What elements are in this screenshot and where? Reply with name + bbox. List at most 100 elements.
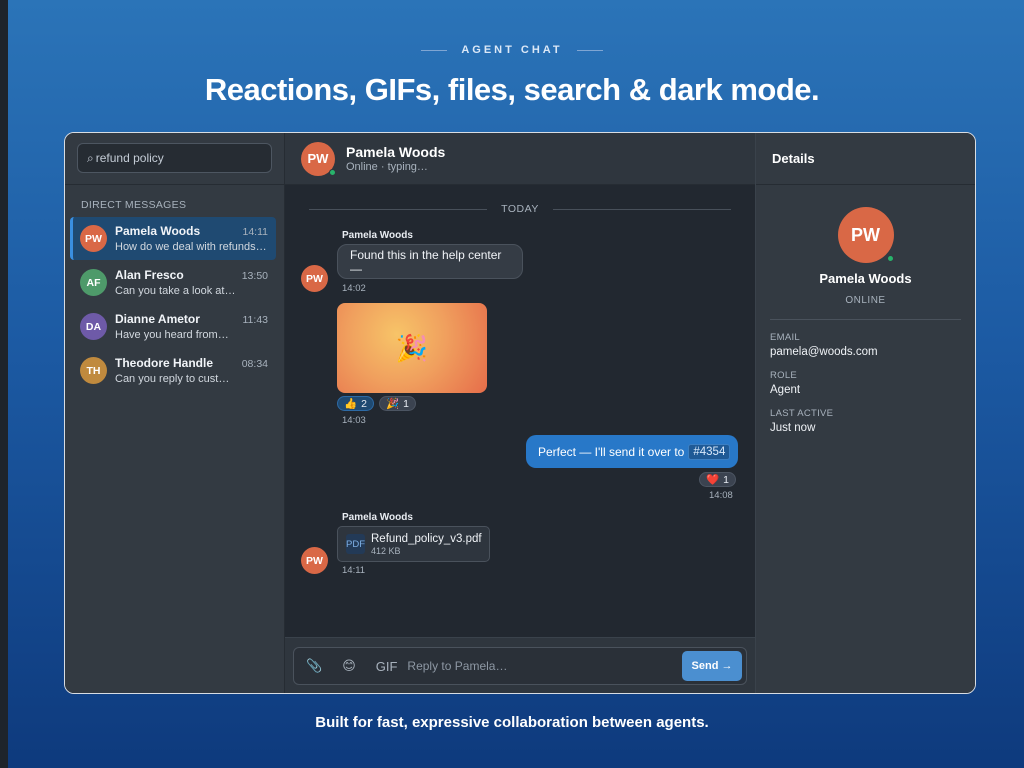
chat-app-window: ⌕ DIRECT MESSAGES PW Pamela Woods 14:11 … (64, 132, 976, 694)
send-button[interactable]: Send → (682, 651, 742, 681)
contact-info: Alan Fresco 13:50 Can you take a look at… (115, 268, 268, 297)
contact-name: Dianne Ametor (115, 312, 200, 326)
contact-top: Pamela Woods 14:11 (115, 224, 268, 238)
outgoing-message-bubble[interactable]: Perfect — I'll send it over to #4354 (526, 435, 739, 468)
chat-title: Pamela Woods (346, 144, 446, 160)
message-timestamp: 14:11 (342, 565, 366, 576)
message-input[interactable] (407, 659, 682, 673)
profile: PW Pamela Woods ONLINE (756, 185, 975, 306)
gif-attachment[interactable]: 🎉 (337, 303, 487, 393)
tagline: Built for fast, expressive collaboration… (315, 714, 709, 731)
contact-preview: Have you heard from… (115, 329, 229, 341)
message-timestamp: 14:03 (342, 415, 366, 426)
role-value: Agent (770, 384, 801, 396)
chat-header: PW Pamela Woods Online · typing… (285, 133, 755, 185)
thumbs-up-icon: 👍 (344, 398, 358, 410)
online-status-dot (329, 168, 336, 176)
file-info: Refund_policy_v3.pdf 412 KB (371, 533, 482, 556)
contact-info: Dianne Ametor 11:43 Have you heard from… (115, 312, 268, 341)
ticket-link[interactable]: #4354 (688, 443, 731, 460)
profile-avatar: PW (837, 207, 894, 263)
details-panel: Details PW Pamela Woods ONLINE EMAIL pam… (756, 133, 975, 693)
contact-preview: Can you reply to cust… (115, 373, 230, 385)
date-divider: TODAY (309, 203, 732, 215)
gif-button[interactable]: GIF (376, 659, 398, 674)
reaction-thumbs-up[interactable]: 👍 2 (337, 396, 374, 411)
contact-top: Dianne Ametor 11:43 (115, 312, 268, 326)
message-text: Perfect — I'll send it over to (538, 444, 685, 459)
contact-preview: How do we deal with refunds… (115, 241, 267, 253)
file-attachment[interactable]: PDF Refund_policy_v3.pdf 412 KB (337, 526, 490, 562)
eyebrow-rule-right (576, 49, 603, 51)
avatar: AF (80, 269, 107, 296)
contact-top: Theodore Handle 08:34 (115, 356, 268, 370)
party-popper-icon: 🎉 (395, 332, 429, 363)
email-value[interactable]: pamela@woods.com (770, 346, 961, 358)
search-icon: ⌕ (87, 150, 94, 165)
search-box[interactable]: ⌕ (77, 143, 272, 173)
profile-status: ONLINE (845, 295, 886, 306)
message-avatar[interactable]: PW (301, 265, 328, 292)
eyebrow: AGENT CHAT (0, 44, 1024, 56)
reaction-party[interactable]: 🎉 1 (379, 396, 416, 411)
online-status-dot (886, 255, 894, 262)
contact-time: 13:50 (241, 270, 268, 282)
party-icon: 🎉 (386, 398, 400, 410)
avatar: DA (80, 313, 107, 340)
attach-icon[interactable]: 📎 (306, 658, 322, 674)
headline: Reactions, GIFs, files, search & dark mo… (204, 72, 820, 107)
reaction-count: 1 (403, 397, 409, 410)
reaction-count: 2 (361, 397, 367, 410)
last-active-label: LAST ACTIVE (770, 408, 834, 419)
avatar-initials: PW (307, 151, 329, 166)
date-divider-label: TODAY (501, 203, 539, 215)
sidebar: ⌕ DIRECT MESSAGES PW Pamela Woods 14:11 … (65, 133, 285, 693)
last-active-field: LAST ACTIVE Just now (756, 396, 975, 434)
chat-status: Online · typing… (346, 161, 428, 173)
contact-name: Theodore Handle (115, 356, 214, 370)
profile-name: Pamela Woods (819, 271, 912, 286)
chat-pane: PW Pamela Woods Online · typing… TODAY P… (285, 133, 756, 693)
avatar-initials: PW (851, 224, 880, 245)
eyebrow-rule-left (421, 49, 448, 51)
chat-header-avatar[interactable]: PW (301, 141, 336, 176)
message-list[interactable]: TODAY Pamela Woods PW Found this in the … (285, 185, 755, 637)
heart-icon: ❤️ (706, 474, 720, 486)
emoji-icon[interactable]: 😊 (342, 658, 356, 674)
reaction-heart[interactable]: ❤️ 1 (699, 472, 736, 487)
contact-name: Alan Fresco (115, 268, 184, 282)
contact-item-alan-fresco[interactable]: AF Alan Fresco 13:50 Can you take a look… (70, 261, 276, 304)
search-area: ⌕ (65, 133, 284, 185)
avatar: TH (80, 357, 107, 384)
pdf-file-icon: PDF (346, 534, 365, 554)
contact-item-pamela-woods[interactable]: PW Pamela Woods 14:11 How do we deal wit… (70, 217, 276, 260)
email-field: EMAIL pamela@woods.com (756, 320, 975, 358)
details-title: Details (756, 133, 975, 185)
role-field: ROLE Agent (756, 358, 975, 396)
search-input[interactable] (95, 151, 256, 165)
composer-bar: 📎 😊 GIF Send → (285, 637, 755, 693)
contact-item-theodore-handle[interactable]: TH Theodore Handle 08:34 Can you reply t… (70, 349, 276, 392)
email-label: EMAIL (770, 332, 801, 343)
message-sender: Pamela Woods (342, 230, 413, 241)
divider-rule (552, 208, 732, 210)
contact-time: 08:34 (241, 358, 268, 370)
contact-time: 11:43 (242, 314, 269, 326)
contact-preview: Can you take a look at… (115, 285, 236, 297)
role-label: ROLE (770, 370, 798, 381)
contact-item-dianne-ametor[interactable]: DA Dianne Ametor 11:43 Have you heard fr… (70, 305, 276, 348)
chat-header-info: Pamela Woods Online · typing… (346, 144, 445, 173)
message-bubble[interactable]: Found this in the help center — (337, 244, 523, 279)
eyebrow-text: AGENT CHAT (461, 44, 563, 56)
contact-info: Pamela Woods 14:11 How do we deal with r… (115, 224, 268, 253)
last-active-value: Just now (770, 422, 816, 434)
contact-name: Pamela Woods (115, 224, 201, 238)
message-sender: Pamela Woods (342, 512, 413, 523)
message-avatar[interactable]: PW (301, 547, 328, 574)
file-size: 412 KB (371, 545, 401, 556)
composer: 📎 😊 GIF Send → (293, 647, 747, 685)
message-timestamp: 14:08 (709, 490, 733, 501)
message-timestamp: 14:02 (342, 283, 366, 294)
direct-messages-header: DIRECT MESSAGES (81, 199, 187, 211)
contact-top: Alan Fresco 13:50 (115, 268, 268, 282)
